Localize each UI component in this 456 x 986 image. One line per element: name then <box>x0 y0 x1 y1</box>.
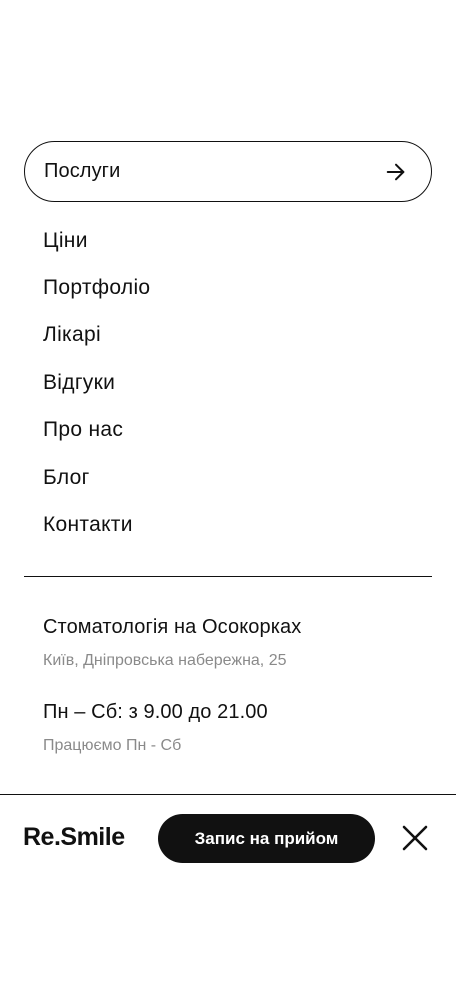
clinic-days: Працюємо Пн - Сб <box>43 737 182 754</box>
close-menu-button[interactable] <box>400 823 430 853</box>
nav-item-services-label: Послуги <box>44 160 121 182</box>
close-icon <box>402 825 428 851</box>
nav-item-services[interactable]: Послуги <box>24 141 432 202</box>
mobile-menu: Послуги Ціни Портфоліо Лікарі Відгуки Пр… <box>0 0 456 986</box>
nav-item-reviews[interactable]: Відгуки <box>43 359 150 406</box>
nav-list: Ціни Портфоліо Лікарі Відгуки Про нас Бл… <box>43 217 150 549</box>
nav-item-blog[interactable]: Блог <box>43 454 150 501</box>
book-appointment-button[interactable]: Запис на прийом <box>158 814 375 863</box>
nav-item-prices[interactable]: Ціни <box>43 217 150 264</box>
nav-item-doctors[interactable]: Лікарі <box>43 312 150 359</box>
clinic-hours: Пн – Сб: з 9.00 до 21.00 <box>43 701 268 723</box>
divider <box>24 576 432 577</box>
footer-divider <box>0 794 456 795</box>
nav-item-contacts[interactable]: Контакти <box>43 501 150 548</box>
nav-item-about[interactable]: Про нас <box>43 407 150 454</box>
arrow-right-icon <box>386 163 405 180</box>
clinic-name: Стоматологія на Осокорках <box>43 616 302 638</box>
logo[interactable]: Re.Smile <box>23 823 125 852</box>
nav-item-portfolio[interactable]: Портфоліо <box>43 264 150 311</box>
clinic-address: Київ, Дніпровська набережна, 25 <box>43 652 287 669</box>
